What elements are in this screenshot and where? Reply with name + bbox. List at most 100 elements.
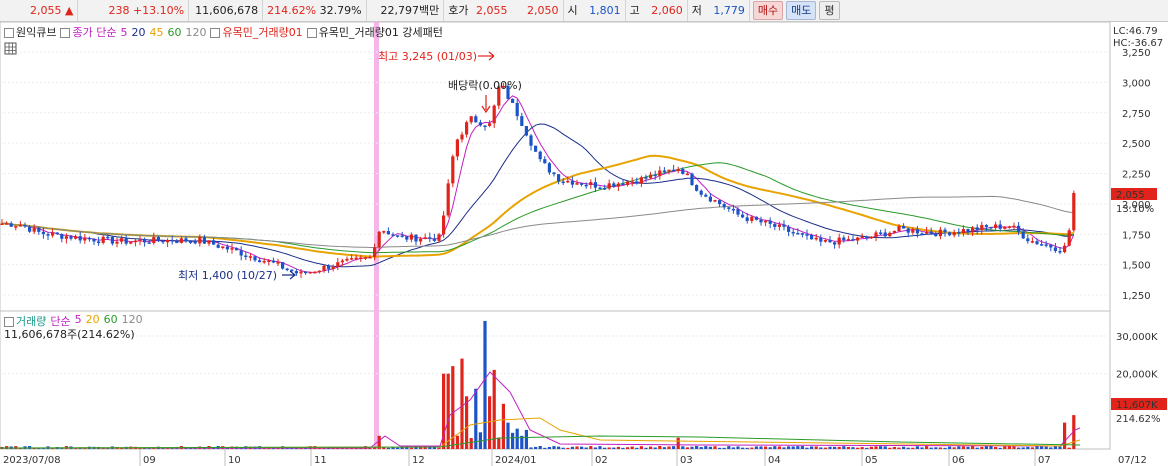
- candle-body: [759, 219, 763, 223]
- candle-body: [980, 225, 984, 230]
- ask-price: 2,055: [476, 4, 508, 17]
- candle-body: [543, 159, 547, 164]
- dividend-annotation: 배당락(0.00%): [448, 79, 522, 92]
- volume-bar: [511, 432, 515, 449]
- candle-body: [248, 256, 252, 258]
- volume-bar: [796, 446, 800, 449]
- candle-body: [0, 223, 4, 226]
- candle-body: [837, 237, 841, 245]
- candle-body: [787, 226, 791, 232]
- candle-body: [428, 237, 432, 239]
- ma-period-120: 120: [185, 25, 207, 39]
- volume-bar: [515, 428, 519, 449]
- candle-body: [262, 260, 266, 263]
- candle-body: [327, 265, 331, 269]
- volume-bar: [566, 447, 570, 449]
- volume-bar: [1007, 446, 1011, 449]
- indicator1-item[interactable]: 유목민_거래량01: [210, 24, 303, 40]
- candle-body: [791, 231, 795, 234]
- x-tick-label: 2024/01: [495, 455, 537, 466]
- candle-body: [828, 239, 832, 243]
- candle-body: [819, 237, 823, 242]
- volume-bar: [1021, 447, 1025, 449]
- price-volume-chart[interactable]: 3,2503,0002,7502,5002,2502,0001,7501,500…: [0, 22, 1168, 466]
- candle-body: [938, 229, 942, 237]
- current-price: 2,055: [30, 4, 62, 17]
- checkbox-icon: [60, 28, 71, 38]
- candle-body: [478, 122, 482, 126]
- candle-body: [800, 233, 804, 235]
- candle-body: [736, 209, 740, 215]
- candle-body: [672, 169, 676, 172]
- candle-body: [225, 246, 229, 250]
- volume-value: 11,606,678: [195, 4, 259, 17]
- volume-bar: [745, 447, 749, 449]
- candle-body: [593, 182, 597, 188]
- ma-legend-item[interactable]: 종가 단순: [60, 24, 116, 40]
- candle-body: [989, 226, 993, 229]
- candle-body: [534, 145, 538, 152]
- candle-body: [713, 200, 717, 202]
- x-tick-label: 10: [228, 455, 241, 466]
- volume-bar: [501, 403, 505, 449]
- candle-body: [667, 169, 671, 172]
- price-tick-label: 2,750: [1122, 109, 1151, 120]
- candle-body: [368, 256, 372, 259]
- open-price: 1,801: [589, 4, 621, 17]
- candle-body: [221, 246, 225, 248]
- candle-body: [32, 227, 36, 232]
- candle-body: [538, 151, 542, 160]
- candle-body: [386, 231, 390, 235]
- volume-bar: [1026, 446, 1030, 449]
- candle-body: [998, 224, 1002, 229]
- volume-bar: [754, 446, 758, 449]
- candle-body: [575, 183, 579, 185]
- candle-body: [1049, 244, 1053, 248]
- volume-bar: [957, 446, 961, 449]
- candle-body: [511, 98, 515, 103]
- volume-bar: [787, 446, 791, 449]
- volume-bar: [607, 447, 611, 449]
- candle-body: [414, 234, 418, 242]
- candle-body: [805, 234, 809, 236]
- candle-body: [51, 232, 55, 236]
- volume-bar: [685, 447, 689, 449]
- volume-bar: [1044, 446, 1048, 449]
- candle-body: [603, 188, 607, 190]
- price-tick-label: 1,250: [1122, 291, 1151, 302]
- flat-button[interactable]: 평: [819, 1, 840, 20]
- volume-tick-label: 30,000K: [1116, 332, 1158, 343]
- low-cell: 저 1,779: [688, 0, 750, 21]
- candle-body: [621, 183, 625, 186]
- x-tick-label: 06: [952, 455, 965, 466]
- candle-body: [865, 236, 869, 239]
- volume-bar: [938, 447, 942, 449]
- chart-settings-icon[interactable]: [4, 42, 17, 55]
- ma-period-45: 45: [149, 25, 164, 39]
- volume-bar: [474, 388, 478, 449]
- candle-body: [566, 180, 570, 183]
- candle-body: [488, 123, 492, 126]
- candle-body: [101, 236, 105, 243]
- candle-body: [46, 234, 50, 236]
- stock-name-item[interactable]: 원익큐브: [4, 24, 56, 40]
- volume-bar: [846, 446, 850, 449]
- candle-body: [994, 224, 998, 229]
- volume-bar: [570, 446, 574, 449]
- buy-button[interactable]: 매수: [752, 1, 784, 20]
- volume-bar: [575, 446, 579, 449]
- indicator2-item[interactable]: 유목민_거래량01 강세패턴: [306, 24, 443, 40]
- volume-bar: [814, 446, 818, 449]
- volume-bar: [984, 446, 988, 449]
- candle-body: [212, 240, 216, 245]
- candle-body: [432, 238, 436, 241]
- candle-body: [60, 233, 64, 239]
- stock-name: 원익큐브: [16, 26, 57, 39]
- sell-button[interactable]: 매도: [786, 1, 817, 20]
- high-annotation: 최고 3,245 (01/03): [378, 50, 477, 63]
- indicator2-label: 유목민_거래량01 강세패턴: [318, 26, 443, 39]
- current-price-cell: 2,055 ▲: [0, 0, 79, 21]
- candle-body: [285, 268, 289, 271]
- candle-body: [524, 126, 528, 136]
- bid-price: 2,050: [527, 4, 559, 17]
